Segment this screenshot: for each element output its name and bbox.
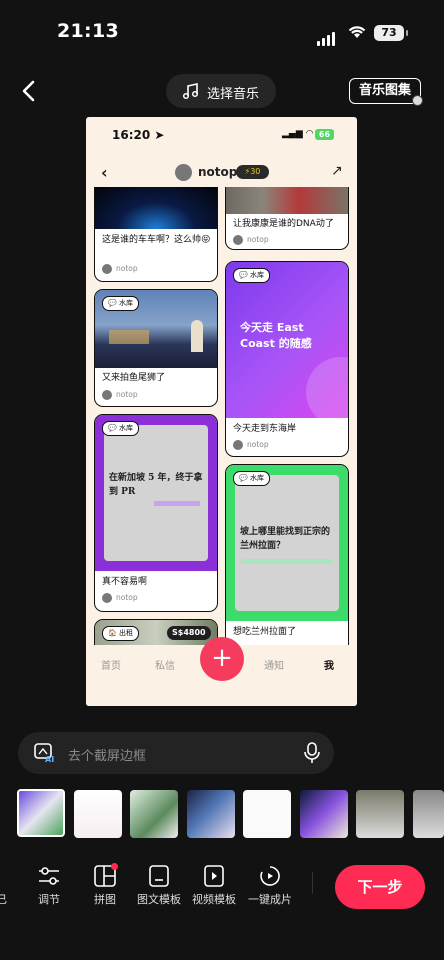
category-tag: 🏠 出租 (102, 626, 139, 641)
toggle-dot[interactable] (412, 95, 423, 106)
thumbnail[interactable] (243, 790, 291, 838)
status-time: 21:13 (57, 20, 119, 42)
one-click-icon (240, 864, 300, 890)
tab-home[interactable]: 首页 (101, 657, 121, 672)
tool-partial[interactable]: 已 (0, 864, 10, 907)
thumbnail[interactable] (413, 790, 444, 838)
tool-divider (312, 872, 313, 894)
tab-messages[interactable]: 私信 (155, 657, 175, 672)
post-user: notop (102, 390, 138, 400)
post-user: notop (233, 235, 269, 245)
collage-icon (75, 863, 135, 890)
points-badge: ⚡30 (236, 165, 269, 179)
battery-indicator: 73 (374, 25, 408, 41)
preview-back-icon: ‹ (101, 163, 108, 182)
select-music-button[interactable]: 选择音乐 (166, 74, 276, 108)
ai-image-icon: AI (34, 743, 56, 767)
tool-adjust[interactable]: 调节 (19, 864, 79, 907)
post-user: notop (102, 593, 138, 603)
screenshot-preview[interactable]: 16:20 ➤ ▂▄▆ ◠ 66 ‹ notop ⚡30 ↗ 这是谁的车车啊？这… (86, 117, 357, 706)
price-badge: S$4800 (167, 626, 211, 640)
post-user: notop (102, 264, 138, 274)
post-user: notop (233, 440, 269, 450)
post-overlay-text: 坡上哪里能找到正宗的兰州拉面？ (240, 527, 331, 551)
category-tag: 💬 水库 (233, 471, 270, 486)
tool-collage[interactable]: 拼图 (75, 863, 135, 907)
thumbnail-strip (17, 789, 444, 840)
tool-video-template[interactable]: 视频模板 (184, 864, 244, 907)
post-caption: 今天走到东海岸 (233, 424, 297, 434)
post-card[interactable]: 💬 水库 又来拍鱼尾狮了 notop (94, 289, 218, 407)
microphone-icon[interactable] (303, 742, 321, 768)
tab-notifications[interactable]: 通知 (264, 657, 284, 672)
template-icon (129, 864, 189, 890)
preview-signal-icon: ▂▄▆ ◠ (282, 129, 314, 139)
preview-status-time: 16:20 ➤ (112, 128, 165, 142)
ai-prompt-input[interactable]: AI 去个截屏边框 (18, 732, 334, 774)
back-button[interactable] (18, 78, 42, 104)
wifi-icon (347, 24, 367, 44)
post-card[interactable]: 今天走 East Coast 的随感 💬 水库 今天走到东海岸 notop (225, 261, 349, 457)
post-card[interactable]: 这是谁的车车啊？这么帅😝 notop (94, 187, 218, 282)
add-post-button[interactable]: + (200, 637, 244, 681)
music-note-icon (182, 82, 200, 104)
post-caption: 这是谁的车车啊？这么帅😝 (102, 235, 211, 245)
tab-me[interactable]: 我 (324, 657, 334, 672)
post-overlay-text: 今天走 East Coast 的随感 (240, 321, 312, 350)
tool-image-template[interactable]: 图文模板 (129, 864, 189, 907)
preview-battery: 66 (315, 129, 334, 140)
thumbnail[interactable] (17, 789, 65, 837)
post-image (95, 187, 217, 229)
post-caption: 想吃兰州拉面了 (233, 627, 297, 637)
post-caption: 又来拍鱼尾狮了 (102, 373, 166, 383)
thumbnail[interactable] (300, 790, 348, 838)
tool-one-click[interactable]: 一键成片 (240, 864, 300, 907)
post-card[interactable]: 让我康康是谁的DNA动了 notop (225, 187, 349, 250)
share-arrow-icon: ↗ (331, 163, 343, 179)
prompt-placeholder: 去个截屏边框 (68, 749, 147, 764)
post-caption: 让我康康是谁的DNA动了 (233, 219, 334, 229)
svg-text:AI: AI (45, 755, 54, 763)
preview-username: notop (198, 165, 238, 179)
chevron-left-icon (22, 80, 35, 102)
post-card[interactable]: 在新加坡 5 年，终于拿到 PR 💬 水库 真不容易啊 notop (94, 414, 218, 612)
category-tag: 💬 水库 (233, 268, 270, 283)
post-card[interactable]: 坡上哪里能找到正宗的兰州拉面？ 💬 水库 想吃兰州拉面了 (225, 464, 349, 656)
thumbnail[interactable] (74, 790, 122, 838)
next-button[interactable]: 下一步 (335, 865, 425, 909)
thumbnail[interactable] (356, 790, 404, 838)
post-image: 坡上哪里能找到正宗的兰州拉面？ (226, 465, 348, 621)
post-image: 今天走 East Coast 的随感 (226, 262, 348, 418)
post-image (226, 187, 348, 214)
select-music-label: 选择音乐 (207, 87, 260, 102)
post-image: 在新加坡 5 年，终于拿到 PR (95, 415, 217, 571)
thumbnail[interactable] (130, 790, 178, 838)
post-overlay-text: 在新加坡 5 年，终于拿到 PR (109, 473, 203, 497)
video-template-icon (184, 864, 244, 890)
music-album-button[interactable]: 音乐图集 (349, 78, 421, 104)
avatar (175, 164, 192, 181)
sliders-icon (19, 864, 79, 890)
thumbnail[interactable] (187, 790, 235, 838)
post-caption: 真不容易啊 (102, 577, 148, 587)
preview-nav: ‹ notop ⚡30 ↗ (86, 159, 357, 187)
category-tag: 💬 水库 (102, 421, 139, 436)
category-tag: 💬 水库 (102, 296, 139, 311)
signal-icon (317, 27, 337, 46)
